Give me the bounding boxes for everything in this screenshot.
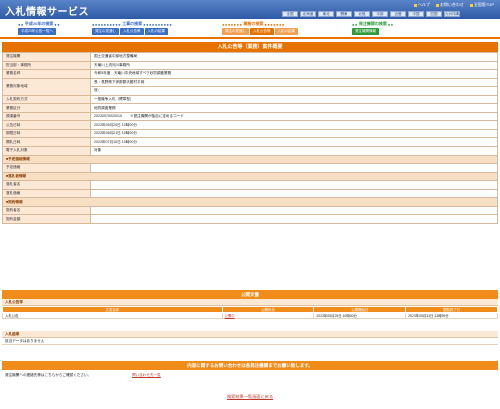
category-title-construction: ●●●●●●●●●● 工事の検索 ●●●●●●●●●● [92, 21, 173, 27]
table-row: 担当部・事務所 天竜川上流河川事務所 [2, 60, 498, 71]
category-tabs-past: 平成20年公告一覧へ [18, 28, 56, 35]
category-tabs-agency: 発注機関情報 [352, 28, 379, 35]
table-row: 期限日時 2023年06月21日 10時00分 [2, 128, 498, 139]
inquiry-section: 内容に関するお問い合わせは各発注機関までお願い致します。 発注機関への連絡先等は… [2, 361, 498, 380]
app-title: 入札情報サービス [5, 7, 89, 18]
tab-services-results[interactable]: 入札の結果 [274, 28, 298, 35]
region-tab[interactable]: 北海道 [300, 11, 316, 17]
bullet-icon [435, 3, 439, 7]
header-bar: 入札情報サービス ヘルプ お問い合わせ 全国版TOP 全国 北海道 東北 関東 … [0, 0, 500, 19]
section-header: ■契約情報 [2, 197, 498, 207]
tab-construction-results[interactable]: 入札の結果 [144, 28, 168, 35]
section-header: ■落札者情報 [2, 171, 498, 182]
region-tab[interactable]: 近畿 [390, 11, 406, 17]
category-tabs-construction: 発注の見通し 入札公告等 入札の結果 [92, 28, 168, 35]
table-row: 業務区分 地質調査業務 [2, 103, 498, 113]
detail-table: 発注機関 国土交通省中部地方整備局 担当部・事務所 天竜川上流河川事務所 業務名称令… [2, 52, 498, 224]
region-tab[interactable]: 東北 [318, 11, 334, 17]
table-row: 入札契約方式 一般競争入札（標準型） [2, 94, 498, 105]
table-row: 業務対象地域 長・長野県下伊那郡天龍村平岡 [2, 77, 498, 96]
tab-construction-notices[interactable]: 入札公告等 [120, 28, 144, 35]
region-tab[interactable]: 四国 [426, 11, 442, 17]
top-links: ヘルプ お問い合わせ 全国版TOP [413, 2, 494, 8]
table-row: 契約金額 [2, 214, 498, 224]
docs-title: 公開文書 [2, 290, 498, 299]
region-tabs: 全国 北海道 東北 関東 北陸 中部 近畿 中国 四国 九州沖縄 [282, 11, 460, 17]
docs-table: 文書名称 公開状況 公開開始日 閲覧終了日 入札公告 公開中 2023年05月2… [2, 306, 498, 319]
table-row: 入札公告 公開中 2023年05月25日 10時00分 2023年05月31日 … [2, 312, 498, 319]
table-row: 公告日時 2023年05月25日 10時00分 [2, 120, 498, 130]
contact-list-link[interactable]: 問い合わせ先一覧 [132, 370, 161, 380]
table-row: 調達番号 20230570020010 ※発注機関が独自に定めるコード [2, 111, 498, 122]
table-row: 契約者名 [2, 205, 498, 216]
document-status-link[interactable]: 公開中 [225, 314, 235, 318]
bullet-icon [469, 3, 473, 7]
tab-agency-info[interactable]: 発注機関情報 [352, 28, 379, 35]
section-header: ■予定価格情報 [2, 154, 498, 165]
table-row: 予定価格 [2, 163, 498, 173]
tab-services-notices[interactable]: 入札公告等 [250, 28, 274, 35]
tab-past-notices[interactable]: 平成20年公告一覧へ [18, 28, 56, 35]
inquiry-title: 内容に関するお問い合わせは各発注機関までお願い致します。 [2, 361, 498, 370]
category-title-services: ●●●●●●● 業務の検索 ●●●●●●● [222, 21, 285, 27]
category-tabs-services: 発注の見通し 入札公告等 入札の結果 [222, 28, 298, 35]
table-row: 業務名称 令和5年度 天竜川中央地域すべり砂防調査業務 [2, 69, 498, 79]
category-title-agency: ●● 発注機関の検索 ●● [352, 21, 394, 27]
table-row: 電子入札対象 対象 [2, 146, 498, 156]
region-tab[interactable]: 全国 [282, 11, 298, 17]
panel-title: 入札公告等（業務）案件概要 [2, 42, 498, 52]
region-tab[interactable]: 関東 [336, 11, 352, 17]
national-top-link[interactable]: 全国版TOP [469, 2, 494, 8]
region-tab[interactable]: 九州沖縄 [444, 11, 460, 17]
table-row: 落札価格 [2, 188, 498, 199]
table-row: 落札者名 [2, 180, 498, 190]
back-to-results-link[interactable]: 検索結果一覧画面に戻る [227, 394, 273, 399]
tab-services-outlook[interactable]: 発注の見通し [222, 28, 249, 35]
category-title-past: ●● 平成20年の検索 ●● [18, 21, 61, 27]
region-tab[interactable]: 中国 [408, 11, 424, 17]
help-link[interactable]: ヘルプ [413, 2, 430, 8]
table-row: 発注機関 国土交通省中部地方整備局 [2, 52, 498, 62]
contact-link[interactable]: お問い合わせ [435, 2, 464, 8]
bullet-icon [413, 3, 417, 7]
docs-subheading-results: 入札結果 [2, 331, 498, 338]
docs-subheading-notices: 入札公告等 [2, 299, 498, 306]
tab-construction-outlook[interactable]: 発注の見通し [92, 28, 119, 35]
category-nav: ●● 平成20年の検索 ●● 平成20年公告一覧へ ●●●●●●●●●● 工事の検索 ●… [0, 20, 500, 37]
table-row: 開札日時 2023年07月10日 10時00分 [2, 137, 498, 147]
detail-panel: 入札公告等（業務）案件概要 発注機関 国土交通省中部地方整備局 担当部・事務所 天竜… [2, 42, 498, 224]
region-tab[interactable]: 北陸 [354, 11, 370, 17]
no-data-text: 該当データはありません [2, 338, 498, 345]
public-documents: 公開文書 入札公告等 文書名称 公開状況 公開開始日 閲覧終了日 入札公告 公開… [2, 290, 498, 345]
inquiry-text: 発注機関への連絡先等はこちらからご確認ください。 [5, 373, 92, 377]
nav-divider [0, 37, 500, 39]
region-tab[interactable]: 中部 [372, 11, 388, 17]
